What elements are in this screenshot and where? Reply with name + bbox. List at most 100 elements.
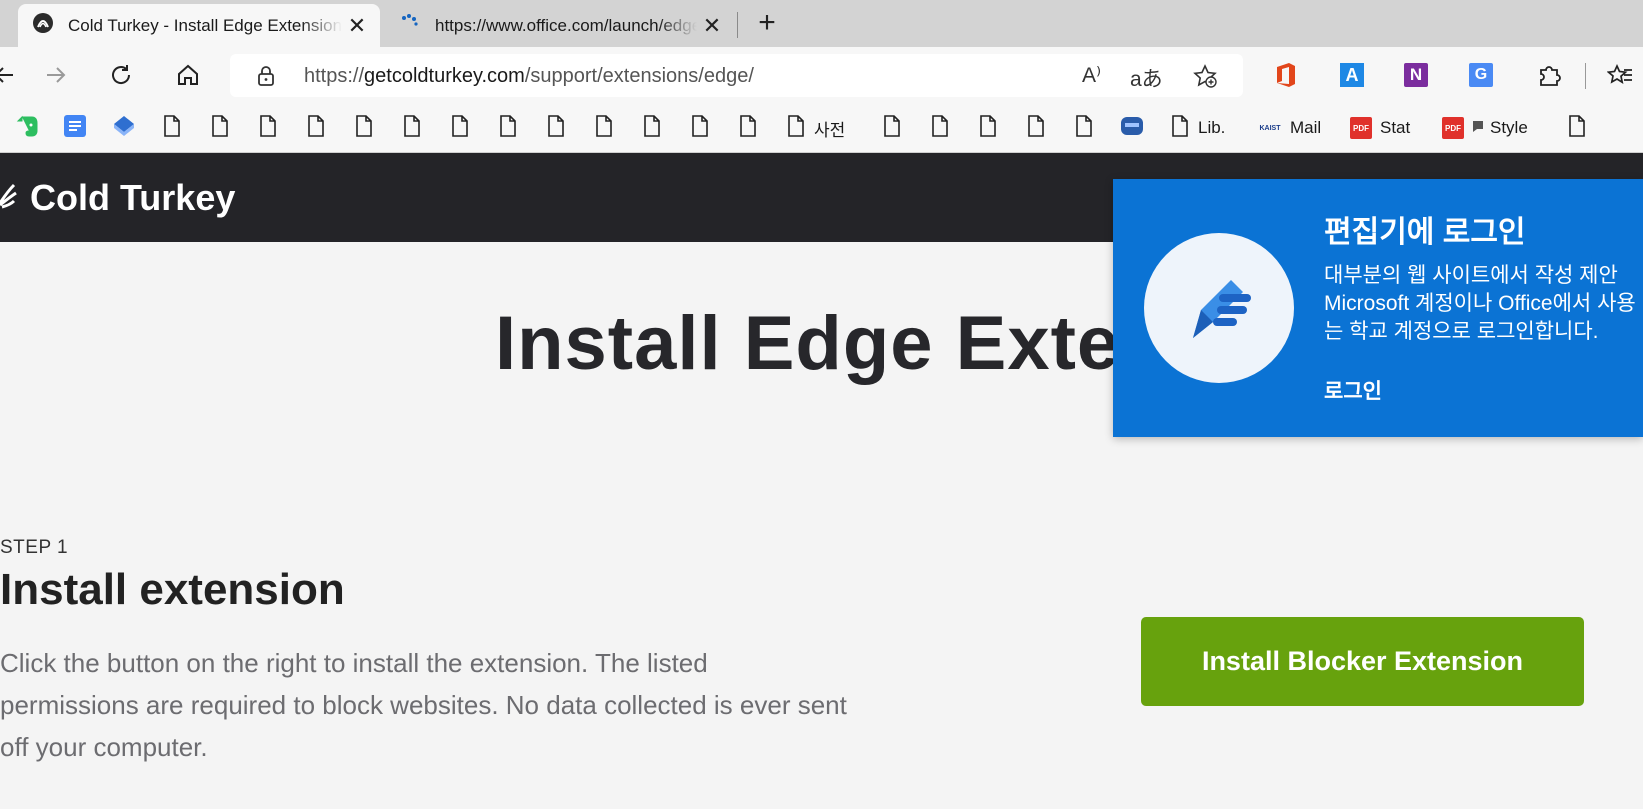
onenote-extension-icon[interactable]: N (1400, 59, 1432, 91)
page-icon (1170, 114, 1190, 143)
google-translate-letter: G (1469, 63, 1493, 87)
page-icon (930, 114, 950, 143)
page-bookmark[interactable] (594, 113, 614, 143)
google-docs-icon (63, 113, 87, 144)
tab-title: https://www.office.com/launch/edge (435, 15, 697, 35)
page-icon (882, 114, 902, 143)
bookmark-style[interactable]: PDF Style (1442, 113, 1528, 143)
install-blocker-extension-button[interactable]: Install Blocker Extension (1141, 617, 1584, 706)
page-icon (642, 114, 662, 143)
page-bookmark[interactable] (162, 113, 182, 143)
bookmark-label: Lib. (1198, 118, 1226, 137)
page-bookmark[interactable] (210, 113, 230, 143)
tab-strip: Cold Turkey - Install Edge Extension ✕ h… (0, 0, 1643, 47)
office-extension-icon[interactable] (1270, 59, 1302, 91)
kaist-portal-bookmark[interactable] (1120, 113, 1144, 143)
refresh-button[interactable] (103, 57, 139, 93)
bookmark-lib[interactable]: Lib. (1170, 113, 1225, 143)
onenote-letter: N (1404, 63, 1428, 87)
bookmark-dictionary[interactable]: 사전 (786, 113, 845, 143)
page-icon (306, 114, 326, 143)
page-bookmark[interactable] (354, 113, 374, 143)
home-button[interactable] (170, 57, 206, 93)
pdf-icon: PDF (1442, 117, 1464, 139)
back-button[interactable] (0, 57, 22, 93)
pdf-icon: PDF (1350, 117, 1372, 139)
url-host: getcoldturkey.com (364, 65, 525, 87)
page-bookmark[interactable] (546, 113, 566, 143)
evernote-bookmark[interactable] (16, 113, 40, 143)
bookmark-stat[interactable]: PDF Stat (1350, 113, 1410, 143)
page-icon (450, 114, 470, 143)
popup-body: 대부분의 웹 사이트에서 작성 제안 Microsoft 계정이나 Office… (1324, 264, 1636, 343)
favorites-icon[interactable] (1604, 59, 1636, 91)
google-translate-extension-icon[interactable]: G (1465, 59, 1497, 91)
page-icon (690, 114, 710, 143)
page-icon (1026, 114, 1046, 143)
popup-title: 편집기에 로그인 (1324, 216, 1526, 249)
evernote-icon (16, 113, 40, 144)
translator-extension-icon[interactable]: A (1336, 59, 1368, 91)
tab-separator (737, 12, 738, 38)
page-icon (1074, 114, 1094, 143)
page-bookmark[interactable] (882, 113, 902, 143)
page-icon (210, 114, 230, 143)
page-bookmark[interactable] (258, 113, 278, 143)
page-bookmark[interactable] (402, 113, 422, 143)
page-icon (258, 114, 278, 143)
lock-icon[interactable] (256, 65, 276, 92)
page-bookmark[interactable] (690, 113, 710, 143)
page-bookmark[interactable] (978, 113, 998, 143)
new-tab-button[interactable]: + (750, 6, 784, 40)
page-icon (498, 114, 518, 143)
url-text[interactable]: https://getcoldturkey.com/support/extens… (304, 65, 754, 88)
page-bookmark[interactable] (1567, 113, 1587, 143)
page-bookmark[interactable] (306, 113, 326, 143)
page-bookmark[interactable] (1026, 113, 1046, 143)
editor-logo (1144, 233, 1294, 383)
page-bookmark[interactable] (642, 113, 662, 143)
cold-turkey-favicon (32, 12, 54, 39)
bookmark-label: Stat (1380, 118, 1411, 137)
extensions-puzzle-icon[interactable] (1533, 59, 1565, 91)
step-title: Install extension (0, 565, 345, 614)
tab-title: Cold Turkey - Install Edge Extension (68, 15, 342, 35)
page-icon (402, 114, 422, 143)
translate-icon[interactable]: aあ (1130, 63, 1163, 93)
diamond-icon (111, 113, 137, 144)
step-description: Click the button on the right to install… (0, 648, 847, 762)
scroll-icon (1470, 118, 1486, 139)
brand-logo[interactable]: Cold Turkey (0, 175, 235, 220)
url-path: /support/extensions/edge/ (524, 65, 754, 87)
editor-sign-in-popup: 편집기에 로그인 대부분의 웹 사이트에서 작성 제안 Microsoft 계정… (1113, 179, 1643, 437)
page-bookmark[interactable] (738, 113, 758, 143)
bookmark-mail[interactable]: KAIST Mail (1258, 113, 1322, 143)
add-favorite-icon[interactable] (1192, 63, 1218, 94)
google-docs-bookmark[interactable] (63, 113, 87, 143)
page-bookmark[interactable] (1074, 113, 1094, 143)
page-bookmark[interactable] (930, 113, 950, 143)
close-icon[interactable]: ✕ (342, 13, 372, 39)
page-icon (594, 114, 614, 143)
address-bar[interactable]: https://getcoldturkey.com/support/extens… (230, 54, 1243, 97)
kaist-portal-icon (1120, 114, 1144, 143)
page-icon (738, 114, 758, 143)
turkey-logo-icon (0, 175, 22, 220)
editor-pen-icon (1179, 266, 1259, 351)
kaist-logo-icon: KAIST (1259, 124, 1281, 132)
forward-button[interactable] (38, 57, 74, 93)
read-aloud-icon[interactable]: A⁾ (1082, 63, 1101, 88)
loading-spinner-icon (399, 12, 421, 39)
diamond-bookmark[interactable] (111, 113, 137, 143)
close-icon[interactable]: ✕ (697, 13, 727, 39)
url-scheme: https:// (304, 65, 365, 87)
page-bookmark[interactable] (498, 113, 518, 143)
sign-in-link[interactable]: 로그인 (1324, 375, 1382, 405)
tab-office[interactable]: https://www.office.com/launch/edge ✕ (385, 4, 735, 47)
page-icon (786, 114, 806, 143)
tab-cold-turkey[interactable]: Cold Turkey - Install Edge Extension ✕ (18, 4, 380, 47)
page-icon (978, 114, 998, 143)
translator-letter: A (1340, 63, 1364, 87)
page-bookmark[interactable] (450, 113, 470, 143)
brand-name: Cold Turkey (30, 176, 236, 218)
